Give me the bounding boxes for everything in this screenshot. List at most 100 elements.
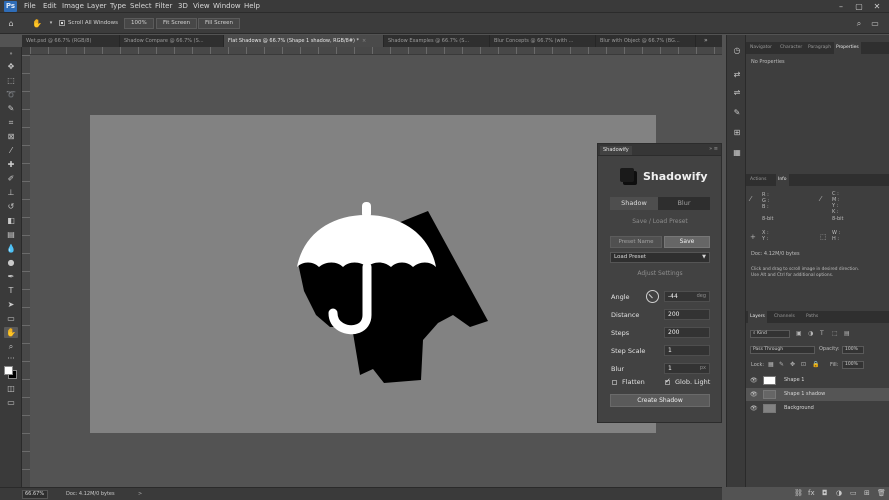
zoom-tool-icon[interactable]: ⌕	[4, 341, 18, 352]
pen-tool-icon[interactable]: ✒	[4, 271, 18, 282]
tab-shadow-compare[interactable]: Shadow Compare @ 66.7% (S...	[120, 35, 224, 47]
tab-actions[interactable]: Actions	[748, 174, 768, 186]
minimize-icon[interactable]: –	[835, 1, 847, 12]
filter-pixel-icon[interactable]: ▣	[796, 330, 802, 338]
menu-file[interactable]: File	[24, 2, 36, 11]
fill-screen-button[interactable]: Fill Screen	[198, 18, 241, 29]
menu-layer[interactable]: Layer	[87, 2, 107, 11]
menu-edit[interactable]: Edit	[43, 2, 57, 11]
filter-adjust-icon[interactable]: ◑	[808, 330, 813, 338]
layer-row-background[interactable]: 👁 Background	[746, 402, 889, 415]
layer-filter-kind[interactable]: ⌕ Kind	[750, 330, 790, 338]
new-group-icon[interactable]: ▭	[850, 487, 857, 500]
blur-tool-icon[interactable]: 💧	[4, 243, 18, 254]
menu-type[interactable]: Type	[110, 2, 126, 11]
close-window-icon[interactable]: ✕	[871, 1, 883, 12]
status-menu-arrow-icon[interactable]: >	[138, 490, 142, 499]
type-tool-icon[interactable]: T	[4, 285, 18, 296]
clone-stamp-tool-icon[interactable]: ⊥	[4, 187, 18, 198]
flatten-checkbox[interactable]	[612, 380, 617, 385]
tab-flat-shadows[interactable]: Flat Shadows @ 66.7% (Shape 1 shadow, RG…	[224, 35, 384, 47]
tab-paragraph[interactable]: Paragraph	[806, 42, 833, 54]
save-preset-button[interactable]: Save	[664, 236, 710, 248]
search-icon[interactable]: ⌕	[852, 18, 866, 29]
workspace-icon[interactable]: ▭	[868, 18, 882, 29]
step-scale-input[interactable]: 1	[664, 345, 710, 356]
path-selection-tool-icon[interactable]: ➤	[4, 299, 18, 310]
tab-channels[interactable]: Channels	[772, 311, 797, 323]
lock-transparent-icon[interactable]: ▦	[768, 361, 774, 369]
healing-brush-tool-icon[interactable]: ✚	[4, 159, 18, 170]
fill-input[interactable]: 100%	[842, 361, 864, 369]
fit-screen-button[interactable]: Fit Screen	[156, 18, 198, 29]
swatches-icon[interactable]: ▦	[731, 147, 743, 158]
blend-mode-select[interactable]: Pass Through	[750, 346, 815, 354]
history-panel-icon[interactable]: ◷	[731, 45, 743, 56]
dodge-tool-icon[interactable]: ●	[4, 257, 18, 268]
tab-close-icon[interactable]: ×	[362, 38, 366, 44]
shape-tool-icon[interactable]: ▭	[4, 313, 18, 324]
distance-input[interactable]: 200	[664, 309, 710, 320]
layer-row-shape-1-shadow[interactable]: 👁 Shape 1 shadow	[746, 388, 889, 401]
foreground-color-swatch[interactable]	[4, 366, 13, 375]
layer-row-shape-1[interactable]: 👁 Shape 1	[746, 374, 889, 387]
screen-mode-icon[interactable]: ▭	[4, 397, 18, 408]
eraser-tool-icon[interactable]: ◧	[4, 215, 18, 226]
delete-layer-icon[interactable]: 🗑	[877, 487, 886, 500]
lock-pixels-icon[interactable]: ✎	[779, 361, 784, 369]
tab-navigator[interactable]: Navigator	[748, 42, 774, 54]
tab-layers[interactable]: Layers	[748, 311, 767, 323]
properties-adjust-icon[interactable]: ⇄	[731, 69, 743, 80]
create-shadow-button[interactable]: Create Shadow	[610, 394, 710, 407]
gradient-tool-icon[interactable]: ▤	[4, 229, 18, 240]
panel-menu-icon[interactable]: » ≡	[709, 145, 718, 154]
lock-artboard-icon[interactable]: ⊡	[801, 361, 806, 369]
menu-help[interactable]: Help	[244, 2, 260, 11]
opacity-input[interactable]: 100%	[842, 346, 864, 354]
eye-icon[interactable]: 👁	[750, 374, 758, 387]
tab-shadow[interactable]: Shadow	[610, 197, 658, 210]
home-icon[interactable]: ⌂	[4, 18, 18, 29]
menu-3d[interactable]: 3D	[178, 2, 188, 11]
lock-all-icon[interactable]: 🔒	[812, 361, 819, 369]
angle-input[interactable]: -44 deg	[664, 291, 710, 302]
eye-icon[interactable]: 👁	[750, 402, 758, 415]
tab-blur-with-object[interactable]: Blur with Object @ 66.7% (BG...	[596, 35, 696, 47]
link-layers-icon[interactable]: ⛓	[794, 487, 803, 500]
maximize-icon[interactable]: ▢	[853, 1, 865, 12]
marquee-tool-icon[interactable]: ⬚	[4, 75, 18, 86]
brush-tool-icon[interactable]: ✐	[4, 173, 18, 184]
tab-blur-concepts[interactable]: Blur Concepts @ 66.7% (with ...	[490, 35, 596, 47]
shadowify-panel-tab[interactable]: Shadowify	[600, 146, 632, 155]
hand-tool-preset-icon[interactable]: ✋	[30, 18, 44, 29]
tab-overflow-icon[interactable]: »	[704, 37, 708, 44]
tab-properties[interactable]: Properties	[834, 42, 861, 54]
history-brush-tool-icon[interactable]: ↺	[4, 201, 18, 212]
zoom-100-button[interactable]: 100%	[124, 18, 154, 29]
tab-blur[interactable]: Blur	[658, 197, 710, 210]
frame-tool-icon[interactable]: ⊠	[4, 131, 18, 142]
quick-mask-icon[interactable]: ◫	[4, 383, 18, 394]
menu-select[interactable]: Select	[130, 2, 152, 11]
tab-shadow-examples[interactable]: Shadow Examples @ 66.7% (S...	[384, 35, 490, 47]
layer-style-icon[interactable]: fx	[808, 487, 815, 500]
filter-smart-icon[interactable]: ▤	[844, 330, 850, 338]
tab-character[interactable]: Character	[778, 42, 804, 54]
clone-source-icon[interactable]: ⊞	[731, 127, 743, 138]
preset-name-input[interactable]: Preset Name	[610, 236, 662, 248]
menu-filter[interactable]: Filter	[155, 2, 172, 11]
new-layer-icon[interactable]: ⊞	[864, 487, 870, 500]
menu-view[interactable]: View	[193, 2, 210, 11]
blur-input[interactable]: 1 px	[664, 363, 710, 374]
tab-info[interactable]: Info	[776, 174, 789, 186]
crop-tool-icon[interactable]: ⌗	[4, 117, 18, 128]
adjustments-icon[interactable]: ⇌	[731, 87, 743, 98]
collapse-toolbar-icon[interactable]: »	[4, 49, 18, 60]
tab-wet[interactable]: Wet.psd @ 66.7% (RGB/8)	[22, 35, 120, 47]
tab-paths[interactable]: Paths	[804, 311, 820, 323]
filter-shape-icon[interactable]: ⬚	[832, 330, 838, 338]
adjustment-layer-icon[interactable]: ◑	[836, 487, 842, 500]
eye-icon[interactable]: 👁	[750, 388, 758, 401]
zoom-level-input[interactable]: 66.67%	[22, 490, 48, 499]
lasso-tool-icon[interactable]: ➰	[4, 89, 18, 100]
